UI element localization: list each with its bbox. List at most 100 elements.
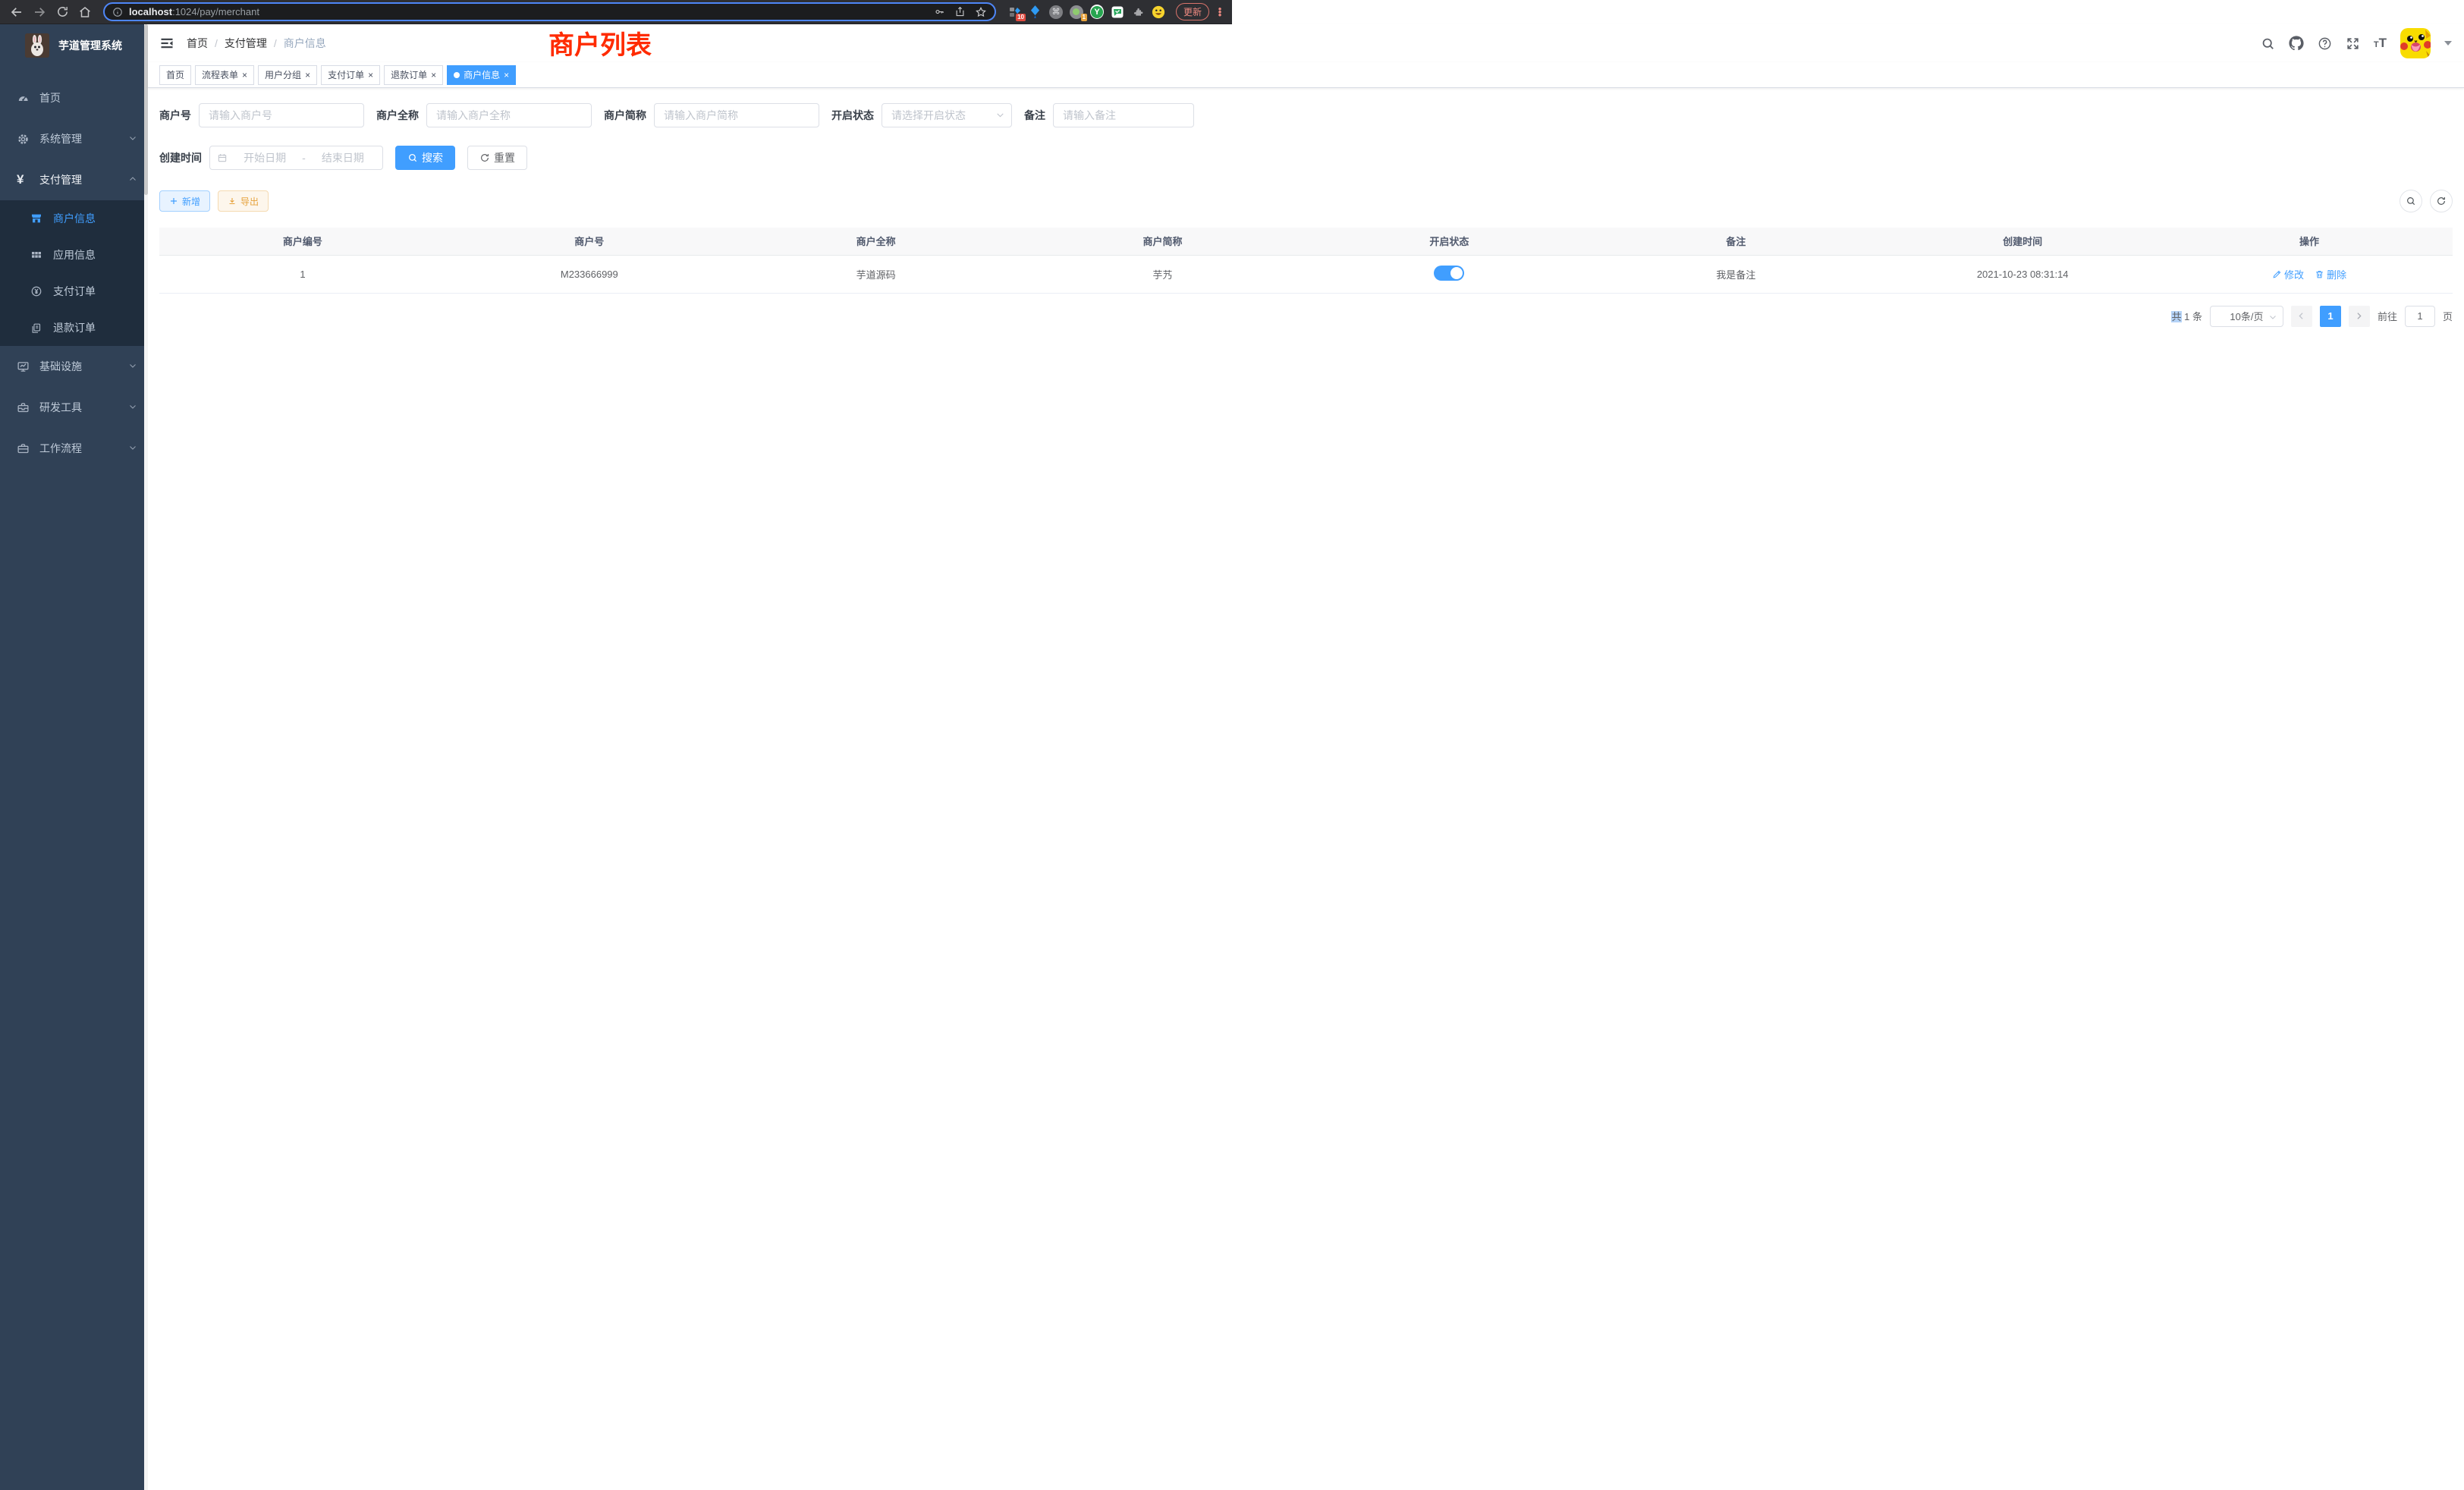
prev-page-button[interactable] <box>2291 306 2312 327</box>
site-info-icon[interactable] <box>112 7 123 17</box>
browser-back-button[interactable] <box>8 3 26 21</box>
sidebar-item-system[interactable]: 系统管理 <box>0 118 148 159</box>
export-button[interactable]: 导出 <box>218 190 269 212</box>
help-icon[interactable] <box>2318 36 2332 51</box>
sidebar-item-infra[interactable]: 基础设施 <box>0 346 148 387</box>
home-icon <box>78 5 92 19</box>
sidebar-item-pay[interactable]: ¥ 支付管理 <box>0 159 148 200</box>
user-avatar[interactable] <box>2400 28 2431 58</box>
extensions-puzzle-icon[interactable] <box>1131 5 1145 19</box>
sidebar-item-workflow[interactable]: 工作流程 <box>0 428 148 469</box>
browser-home-button[interactable] <box>76 3 94 21</box>
page-unit: 页 <box>2443 309 2453 323</box>
remark-input[interactable] <box>1053 103 1194 127</box>
tag-refund-order[interactable]: 退款订单× <box>384 65 443 85</box>
tag-user-group[interactable]: 用户分组× <box>258 65 317 85</box>
browser-reload-button[interactable] <box>53 3 71 21</box>
sidebar-item-app-info[interactable]: 应用信息 <box>0 237 148 273</box>
tag-process-form[interactable]: 流程表单× <box>195 65 254 85</box>
pay-submenu: 商户信息 应用信息 支付订单 退款订单 <box>0 200 148 346</box>
cell-remark: 我是备注 <box>1592 255 1879 293</box>
close-icon[interactable]: × <box>431 71 436 80</box>
status-select[interactable] <box>882 103 1012 127</box>
kite-extension-icon[interactable] <box>1029 5 1042 19</box>
browser-update-button[interactable]: 更新 <box>1176 3 1209 20</box>
add-button[interactable]: 新增 <box>159 190 210 212</box>
sidebar-item-home[interactable]: 首页 <box>0 77 148 118</box>
plus-icon <box>169 196 178 206</box>
create-time-range-picker[interactable]: 开始日期 - 结束日期 <box>209 146 383 170</box>
next-page-button[interactable] <box>2349 306 2370 327</box>
tab-manager-extension-icon[interactable]: 10 <box>1008 5 1022 19</box>
create-time-label: 创建时间 <box>159 150 202 165</box>
emoji-extension-icon[interactable] <box>1152 5 1165 19</box>
sidebar-item-merchant-info[interactable]: 商户信息 <box>0 200 148 237</box>
tag-merchant-info[interactable]: 商户信息 × <box>447 65 516 85</box>
sidebar-collapse-button[interactable] <box>159 36 174 51</box>
start-date-placeholder[interactable]: 开始日期 <box>232 150 297 165</box>
col-remark: 备注 <box>1592 228 1879 255</box>
status-toggle[interactable] <box>1434 266 1464 281</box>
export-button-label: 导出 <box>240 195 259 208</box>
end-date-placeholder[interactable]: 结束日期 <box>310 150 376 165</box>
extension-badge: 10 <box>1016 14 1026 21</box>
status-label: 开启状态 <box>831 108 874 123</box>
sidebar-item-pay-order[interactable]: 支付订单 <box>0 273 148 310</box>
merchant-no-input[interactable] <box>199 103 364 127</box>
font-size-icon[interactable]: TT <box>2374 36 2387 51</box>
status-select-input[interactable] <box>882 103 1012 127</box>
sidebar-logo[interactable]: 芋道管理系统 <box>0 24 148 67</box>
delete-link[interactable]: 删除 <box>2315 267 2346 281</box>
tag-label: 商户信息 <box>464 68 500 81</box>
github-icon[interactable] <box>2289 36 2304 51</box>
close-icon[interactable]: × <box>305 71 310 80</box>
page-size-select[interactable]: 10条/页 <box>2210 306 2283 327</box>
avatar-caret-icon[interactable] <box>2444 41 2452 46</box>
short-name-input[interactable] <box>654 103 819 127</box>
chat-extension-icon[interactable] <box>1111 5 1124 19</box>
top-navbar: 首页 / 支付管理 / 商户信息 TT <box>148 24 2464 62</box>
recorder-extension-icon[interactable]: 1 <box>1070 5 1083 19</box>
search-button[interactable]: 搜索 <box>395 146 455 170</box>
toggle-search-button[interactable] <box>2400 190 2422 212</box>
goto-page-input[interactable] <box>2405 306 2435 327</box>
close-icon[interactable]: × <box>368 71 373 80</box>
close-icon[interactable]: × <box>242 71 247 80</box>
y-extension-icon[interactable]: Y <box>1090 5 1104 19</box>
breadcrumb-separator: / <box>215 37 218 49</box>
pikachu-avatar-icon <box>2400 28 2431 58</box>
yen-circle-icon <box>30 285 42 297</box>
command-extension-icon[interactable]: ⌘ <box>1049 5 1063 19</box>
header-search-icon[interactable] <box>2261 36 2275 51</box>
puzzle-icon <box>1132 6 1144 18</box>
fullscreen-icon[interactable] <box>2346 36 2360 51</box>
tag-pay-order[interactable]: 支付订单× <box>321 65 380 85</box>
breadcrumb-home[interactable]: 首页 <box>187 36 208 51</box>
edit-link-label: 修改 <box>2284 267 2304 281</box>
filter-row-1: 商户号 商户全称 商户简称 开启状态 <box>159 103 2453 127</box>
refresh-table-button[interactable] <box>2430 190 2453 212</box>
tag-home[interactable]: 首页 <box>159 65 191 85</box>
sidebar-menu: 首页 系统管理 ¥ 支付管理 商户信息 应用信息 <box>0 77 148 469</box>
breadcrumb-pay[interactable]: 支付管理 <box>225 36 267 51</box>
share-icon[interactable] <box>954 6 966 17</box>
address-bar[interactable]: localhost:1024/pay/merchant <box>103 2 996 21</box>
password-key-icon[interactable] <box>934 6 945 17</box>
reset-button[interactable]: 重置 <box>467 146 527 170</box>
sidebar-item-refund-order[interactable]: 退款订单 <box>0 310 148 346</box>
edit-link[interactable]: 修改 <box>2272 267 2304 281</box>
full-name-input[interactable] <box>426 103 592 127</box>
sidebar: 芋道管理系统 首页 系统管理 ¥ 支付管理 商户信息 <box>0 24 148 1490</box>
download-icon <box>228 196 237 206</box>
close-icon[interactable]: × <box>504 71 509 80</box>
search-icon <box>2406 196 2416 206</box>
grid-icon <box>30 249 42 261</box>
browser-forward-button[interactable] <box>30 3 49 21</box>
browser-menu-button[interactable]: ••• <box>1215 8 1224 17</box>
sidebar-item-devtools[interactable]: 研发工具 <box>0 387 148 428</box>
col-merchant-no: 商户号 <box>446 228 733 255</box>
bookmark-star-icon[interactable] <box>975 6 987 18</box>
page-1-button[interactable]: 1 <box>2320 306 2341 327</box>
edit-pencil-icon <box>2272 269 2282 279</box>
delete-link-label: 删除 <box>2327 267 2346 281</box>
